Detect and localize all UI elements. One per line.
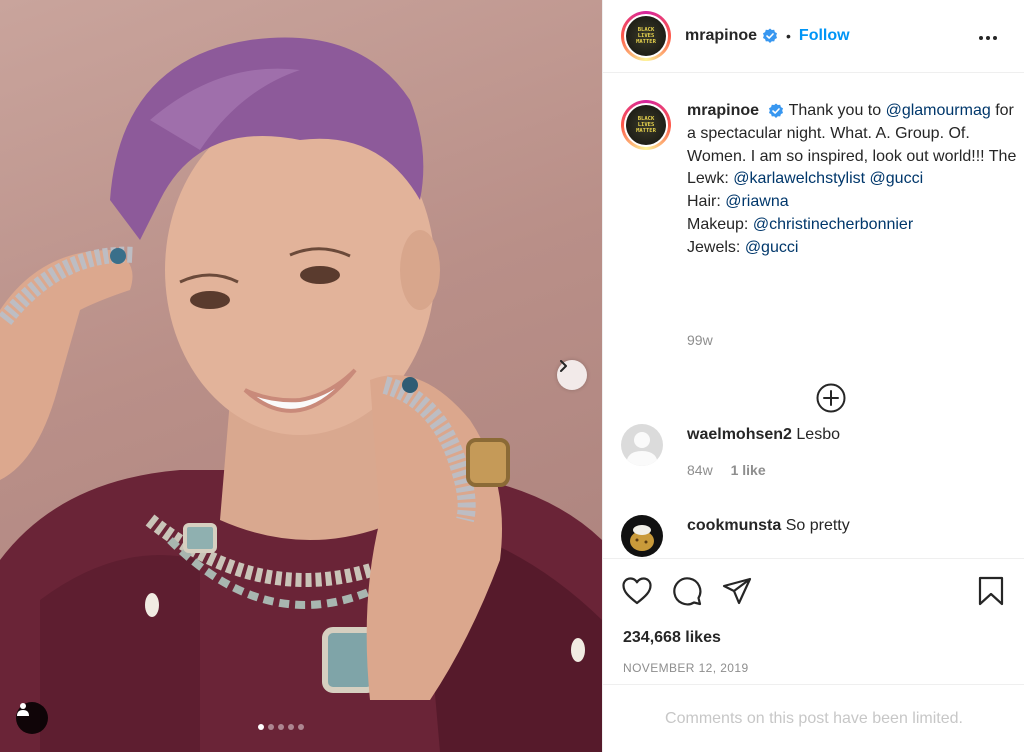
chevron-right-icon <box>560 360 567 372</box>
comment-text: Lesbo <box>796 426 840 443</box>
commenter-avatar-image <box>630 525 654 551</box>
follow-button[interactable]: Follow <box>799 27 850 45</box>
share-button[interactable] <box>721 575 753 607</box>
comments-section[interactable]: BLACK LIVES MATTER mrapinoe Thank you to… <box>603 74 1024 558</box>
comments-limited-notice: Comments on this post have been limited. <box>603 684 1024 752</box>
add-comment-icon[interactable] <box>815 382 847 414</box>
likes-count[interactable]: 234,668 likes <box>623 629 721 647</box>
comment-button[interactable] <box>671 575 703 607</box>
post-photo[interactable] <box>0 0 602 752</box>
post-actions: 234,668 likes NOVEMBER 12, 2019 <box>603 558 1024 684</box>
carousel-dot <box>298 724 304 730</box>
tagged-users-button[interactable] <box>16 702 48 734</box>
share-icon <box>722 577 752 605</box>
avatar-text-line: MATTER <box>636 39 656 45</box>
post-details-panel: BLACK LIVES MATTER mrapinoe • Follow BLA… <box>602 0 1024 752</box>
comment-body: waelmohsen2 Lesbo <box>687 424 1021 446</box>
action-icons <box>621 575 753 607</box>
post-date[interactable]: NOVEMBER 12, 2019 <box>623 661 749 675</box>
carousel-dot <box>288 724 294 730</box>
caption-jewels-label: Jewels: <box>687 238 741 256</box>
mention-link[interactable]: @karlawelchstylist <box>733 170 865 187</box>
comment-text: So pretty <box>785 517 850 534</box>
post-header: BLACK LIVES MATTER mrapinoe • Follow <box>603 0 1024 73</box>
photo-illustration <box>0 37 602 752</box>
caption-text: mrapinoe Thank you to @glamourmag for a … <box>687 100 1019 260</box>
save-button[interactable] <box>975 575 1007 607</box>
comment-meta: 84w 1 like <box>687 462 1021 478</box>
commenter-avatar[interactable] <box>621 424 663 466</box>
mention-link[interactable]: @gucci <box>745 239 799 256</box>
carousel-next-button[interactable] <box>557 360 587 390</box>
caption-intro: Thank you to <box>788 102 882 119</box>
author-avatar[interactable]: BLACK LIVES MATTER <box>621 11 671 61</box>
carousel-dot <box>278 724 284 730</box>
avatar-text-line: MATTER <box>636 128 656 134</box>
more-options-icon[interactable] <box>978 28 998 48</box>
avatar-image: BLACK LIVES MATTER <box>626 16 666 56</box>
user-tag-icon <box>17 703 29 716</box>
comment-username[interactable]: waelmohsen2 <box>687 426 792 443</box>
comment-body: cookmunsta So pretty <box>687 515 1021 537</box>
verified-badge-icon <box>763 28 778 43</box>
like-button[interactable] <box>621 575 653 607</box>
commenter-avatar[interactable] <box>621 515 663 557</box>
carousel-dot-active <box>258 724 264 730</box>
default-avatar-icon <box>626 432 658 466</box>
caption-timestamp[interactable]: 99w <box>687 332 713 348</box>
heart-icon <box>622 577 652 605</box>
carousel-indicator <box>258 724 304 730</box>
mention-link[interactable]: @gucci <box>870 170 924 187</box>
caption-makeup-label: Makeup: <box>687 215 749 233</box>
header-separator: • <box>786 28 791 44</box>
comment-icon <box>673 577 702 606</box>
mention-link[interactable]: @christinecherbonnier <box>753 216 913 233</box>
comment-username[interactable]: cookmunsta <box>687 517 781 534</box>
avatar-image: BLACK LIVES MATTER <box>626 105 666 145</box>
verified-badge-icon <box>769 103 784 118</box>
comment-item: cookmunsta So pretty <box>621 515 1021 557</box>
author-username[interactable]: mrapinoe <box>685 27 757 45</box>
bookmark-icon <box>978 576 1004 606</box>
comment-time[interactable]: 84w <box>687 462 713 478</box>
caption-author-avatar[interactable]: BLACK LIVES MATTER <box>621 100 671 150</box>
mention-link[interactable]: @glamourmag <box>886 102 991 119</box>
carousel-dot <box>268 724 274 730</box>
mention-link[interactable]: @riawna <box>725 193 788 210</box>
caption-hair-label: Hair: <box>687 193 721 211</box>
comment-item: waelmohsen2 Lesbo 84w 1 like <box>621 424 1021 478</box>
post-caption: BLACK LIVES MATTER mrapinoe Thank you to… <box>621 100 1021 413</box>
caption-username[interactable]: mrapinoe <box>687 102 759 119</box>
comment-likes[interactable]: 1 like <box>731 462 766 478</box>
